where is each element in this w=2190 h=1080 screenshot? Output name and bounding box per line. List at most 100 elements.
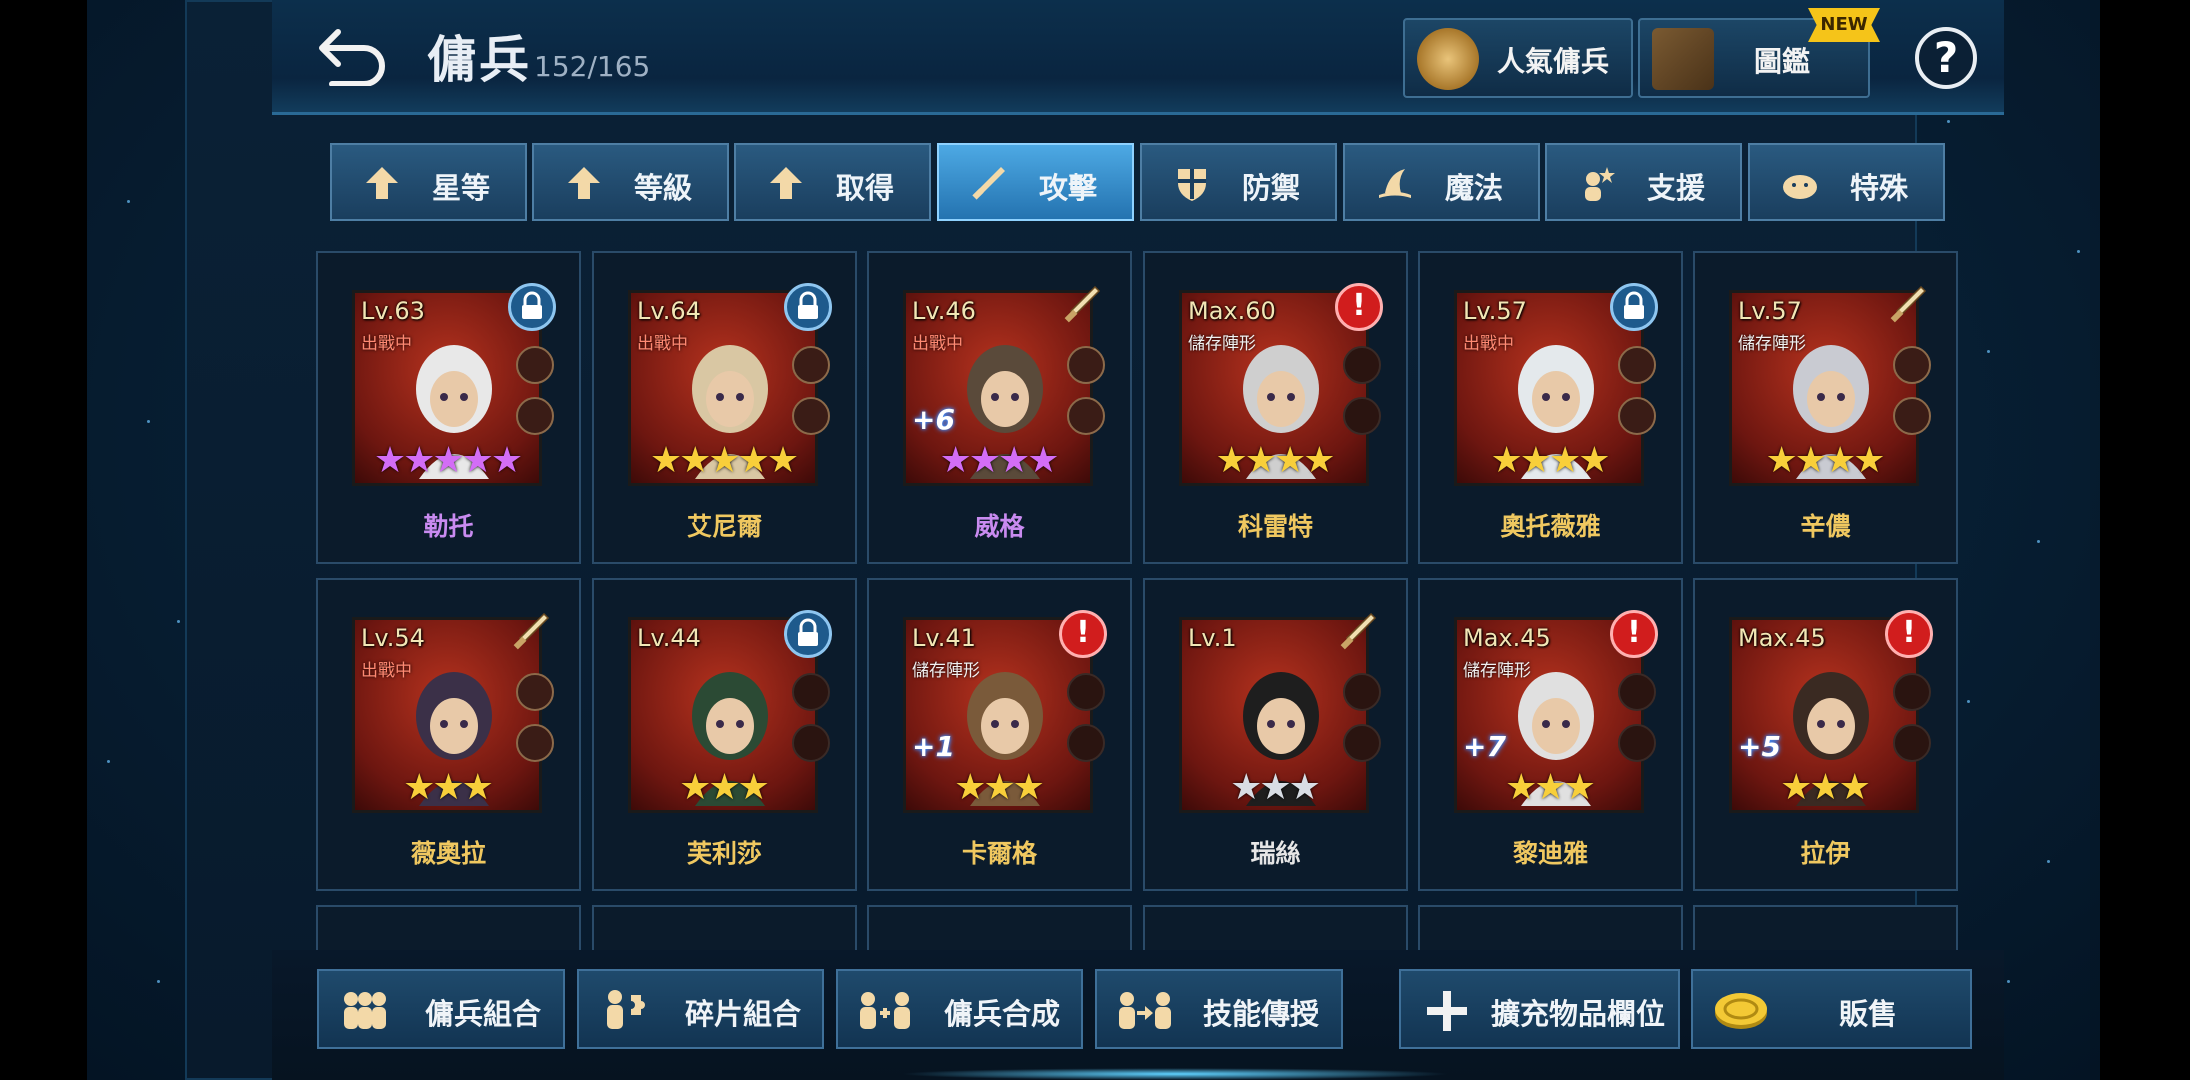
equip-slot[interactable] xyxy=(1343,397,1381,435)
star-rating: ★★★★★ xyxy=(373,440,523,481)
sword-icon xyxy=(508,610,552,654)
equip-slot[interactable] xyxy=(1893,673,1931,711)
mercenary-card[interactable]: Lv.57 儲存陣形 ★★★★ 辛儂 xyxy=(1693,251,1958,564)
equip-slot[interactable] xyxy=(792,673,830,711)
tab-1[interactable]: 星等 xyxy=(330,143,527,221)
fragment-combine-button[interactable]: 碎片組合 xyxy=(577,969,824,1049)
equip-slot[interactable] xyxy=(516,724,554,762)
enhance-label: +6 xyxy=(912,403,955,436)
expand-inventory-button[interactable]: 擴充物品欄位 xyxy=(1399,969,1680,1049)
skill-transfer-label: 技能傳授 xyxy=(1203,997,1320,1031)
lock-icon[interactable] xyxy=(784,283,832,331)
enhance-label: +7 xyxy=(1463,730,1506,763)
equip-slot[interactable] xyxy=(516,673,554,711)
mercenary-card[interactable] xyxy=(1143,905,1408,950)
mercenary-card[interactable]: Lv.1 ★★★ 瑞絲 xyxy=(1143,578,1408,891)
popular-mercenary-label: 人氣傭兵 xyxy=(1497,45,1610,78)
mercenary-card[interactable]: Lv.46 出戰中 +6 ★★★★ 威格 xyxy=(867,251,1132,564)
status-label: 出戰中 xyxy=(361,661,412,681)
arrow-up-icon xyxy=(770,167,802,199)
tab-4[interactable]: 攻擊 xyxy=(937,143,1134,221)
equip-slot[interactable] xyxy=(1618,673,1656,711)
tab-6[interactable]: 魔法 xyxy=(1343,143,1540,221)
mercenary-card[interactable] xyxy=(592,905,857,950)
coin-icon xyxy=(1715,993,1767,1029)
sword-icon xyxy=(1885,283,1929,327)
equip-slot[interactable] xyxy=(1067,397,1105,435)
tab-8[interactable]: 特殊 xyxy=(1748,143,1945,221)
tab-5[interactable]: 防禦 xyxy=(1140,143,1337,221)
tab-label: 魔法 xyxy=(1445,171,1504,205)
mercenary-card[interactable] xyxy=(1418,905,1683,950)
sell-label: 販售 xyxy=(1839,997,1898,1031)
mercenary-card[interactable] xyxy=(867,905,1132,950)
mercenary-card[interactable]: Max.45 +5 ★★★! 拉伊 xyxy=(1693,578,1958,891)
enhance-label: +1 xyxy=(912,730,955,763)
popular-mercenary-button[interactable]: 人氣傭兵 xyxy=(1403,18,1633,98)
bottom-glow xyxy=(900,1068,1450,1080)
mercenary-card[interactable]: Lv.54 出戰中 ★★★ 薇奧拉 xyxy=(316,578,581,891)
status-label: 出戰中 xyxy=(912,334,963,354)
fuse-icon xyxy=(860,992,910,1029)
equip-slot[interactable] xyxy=(1343,724,1381,762)
equip-slot[interactable] xyxy=(1618,346,1656,384)
sword-icon xyxy=(972,167,1005,200)
back-button[interactable] xyxy=(316,26,390,87)
sell-button[interactable]: 販售 xyxy=(1691,969,1972,1049)
equip-slot[interactable] xyxy=(1893,724,1931,762)
equip-slot[interactable] xyxy=(1618,397,1656,435)
sparkle-dot xyxy=(147,420,150,423)
tab-2[interactable]: 等級 xyxy=(532,143,729,221)
level-label: Lv.64 xyxy=(637,297,701,325)
mercenary-card[interactable]: Max.60 儲存陣形 ★★★★! 科雷特 xyxy=(1143,251,1408,564)
mercenary-fuse-label: 傭兵合成 xyxy=(944,997,1061,1031)
equip-slot[interactable] xyxy=(1343,673,1381,711)
equip-slot[interactable] xyxy=(1893,346,1931,384)
equip-slot[interactable] xyxy=(792,346,830,384)
tab-7[interactable]: 支援 xyxy=(1545,143,1742,221)
star-rating: ★★★ xyxy=(1230,767,1321,808)
mercenary-card[interactable]: Lv.57 出戰中 ★★★★ 奧托薇雅 xyxy=(1418,251,1683,564)
level-label: Lv.54 xyxy=(361,624,425,652)
lock-icon[interactable] xyxy=(784,610,832,658)
equip-slot[interactable] xyxy=(1343,346,1381,384)
tab-3[interactable]: 取得 xyxy=(734,143,931,221)
mercenary-card[interactable] xyxy=(316,905,581,950)
star-rating: ★★★ xyxy=(1780,767,1871,808)
alert-icon: ! xyxy=(1885,610,1933,658)
equip-slot[interactable] xyxy=(1067,673,1105,711)
equip-slot[interactable] xyxy=(1893,397,1931,435)
equip-slot[interactable] xyxy=(792,724,830,762)
mercenary-card[interactable]: Lv.64 出戰中 ★★★★★ 艾尼爾 xyxy=(592,251,857,564)
star-rating: ★★★ xyxy=(954,767,1045,808)
enhance-label: +5 xyxy=(1738,730,1781,763)
equip-slot[interactable] xyxy=(516,397,554,435)
mercenary-name: 科雷特 xyxy=(1237,512,1313,541)
mercenary-combine-button[interactable]: 傭兵組合 xyxy=(317,969,565,1049)
alert-icon: ! xyxy=(1059,610,1107,658)
level-label: Max.60 xyxy=(1188,297,1276,325)
lock-icon[interactable] xyxy=(508,283,556,331)
mercenary-card[interactable]: Lv.41 儲存陣形 +1 ★★★! 卡爾格 xyxy=(867,578,1132,891)
status-label: 儲存陣形 xyxy=(1738,334,1806,354)
star-rating: ★★★ xyxy=(1505,767,1596,808)
help-button[interactable]: ? xyxy=(1915,27,1977,89)
skill-transfer-button[interactable]: 技能傳授 xyxy=(1095,969,1343,1049)
lock-icon[interactable] xyxy=(1610,283,1658,331)
mercenary-fuse-button[interactable]: 傭兵合成 xyxy=(836,969,1083,1049)
mercenary-card[interactable] xyxy=(1693,905,1958,950)
equip-slot[interactable] xyxy=(1067,724,1105,762)
equip-slot[interactable] xyxy=(1618,724,1656,762)
arrow-up-icon xyxy=(568,167,600,199)
alert-icon: ! xyxy=(1610,610,1658,658)
sword-icon xyxy=(1335,610,1379,654)
equip-slot[interactable] xyxy=(516,346,554,384)
equip-slot[interactable] xyxy=(792,397,830,435)
equip-slot[interactable] xyxy=(1067,346,1105,384)
mercenary-card[interactable]: Max.45 儲存陣形 +7 ★★★! 黎迪雅 xyxy=(1418,578,1683,891)
mercenary-card[interactable]: Lv.44 ★★★ 芙利莎 xyxy=(592,578,857,891)
status-label: 儲存陣形 xyxy=(1463,661,1531,681)
tab-label: 星等 xyxy=(432,171,491,205)
mercenary-card[interactable]: Lv.63 出戰中 ★★★★★ 勒托 xyxy=(316,251,581,564)
book-icon xyxy=(1652,28,1714,90)
